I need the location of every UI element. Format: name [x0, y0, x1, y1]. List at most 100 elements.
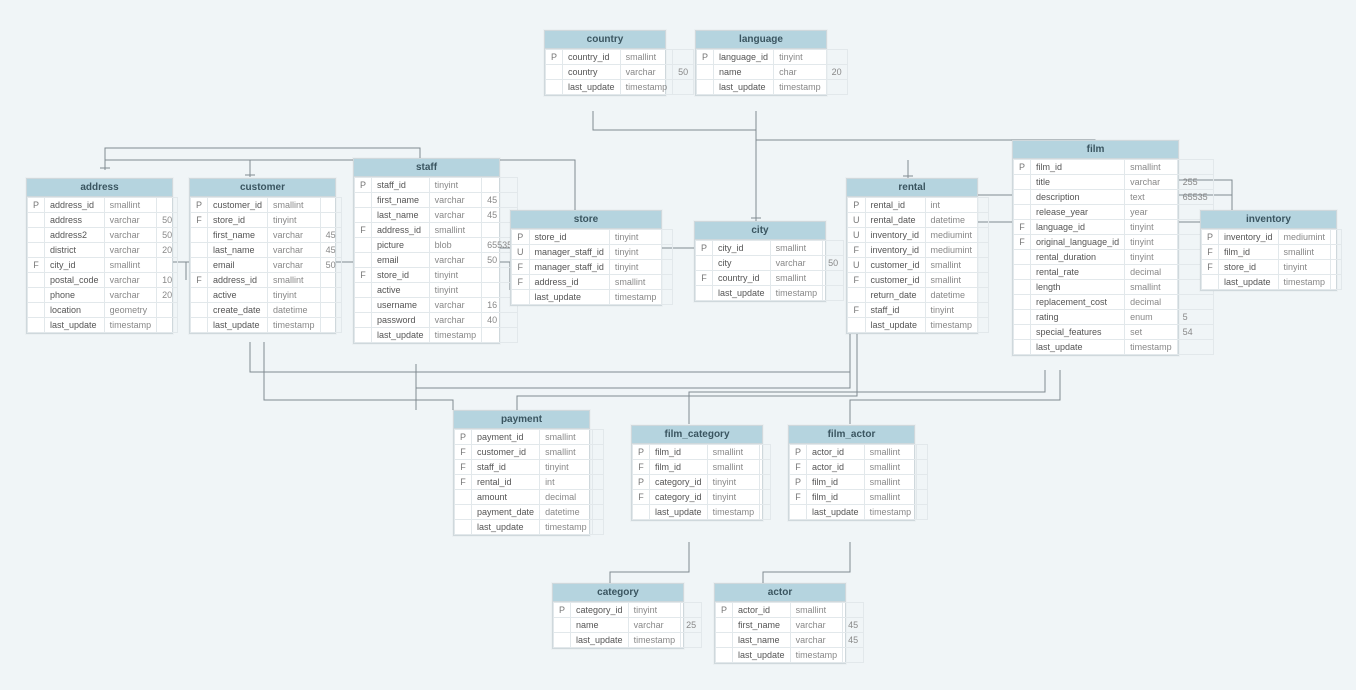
col-length — [760, 505, 771, 520]
col-type: smallint — [925, 273, 978, 288]
entity-inventory[interactable]: inventoryPinventory_idmediumintFfilm_ids… — [1200, 210, 1337, 291]
entity-columns: Ppayment_idsmallintFcustomer_idsmallintF… — [454, 429, 604, 535]
entity-title: address — [27, 179, 172, 197]
col-name: last_update — [472, 520, 540, 535]
table-row: last_updatetimestamp — [697, 80, 848, 95]
table-row: last_updatetimestamp — [355, 328, 518, 343]
col-length — [1331, 245, 1342, 260]
col-name: rating — [1031, 310, 1125, 325]
col-length — [592, 505, 603, 520]
col-name: film_id — [650, 460, 708, 475]
entity-columns: Pstore_idtinyintUmanager_staff_idtinyint… — [511, 229, 673, 305]
entity-actor[interactable]: actorPactor_idsmallintfirst_namevarchar4… — [714, 583, 846, 664]
col-length — [1177, 295, 1213, 310]
col-type: varchar — [429, 208, 482, 223]
col-flag: P — [191, 198, 208, 213]
col-type: varchar — [104, 273, 157, 288]
table-row: Planguage_idtinyint — [697, 50, 848, 65]
table-row: Umanager_staff_idtinyint — [512, 245, 673, 260]
col-type: smallint — [1125, 280, 1178, 295]
table-row: last_namevarchar45 — [355, 208, 518, 223]
col-name: length — [1031, 280, 1125, 295]
entity-film_actor[interactable]: film_actorPactor_idsmallintFactor_idsmal… — [788, 425, 915, 521]
col-type: varchar — [268, 258, 321, 273]
col-name: address_id — [529, 275, 609, 290]
col-name: film_id — [1219, 245, 1279, 260]
col-length — [320, 213, 341, 228]
entity-country[interactable]: countryPcountry_idsmallintcountryvarchar… — [544, 30, 666, 96]
col-flag: P — [633, 475, 650, 490]
col-type: timestamp — [609, 290, 662, 305]
col-flag — [848, 288, 866, 303]
table-row: Pfilm_idsmallint — [1014, 160, 1214, 175]
entity-address[interactable]: addressPaddress_idsmallintaddressvarchar… — [26, 178, 173, 334]
table-row: emailvarchar50 — [191, 258, 342, 273]
er-diagram-canvas: { "entities": [ {"name":"country","x":54… — [0, 0, 1356, 690]
col-name: country — [563, 65, 621, 80]
col-name: customer_id — [865, 273, 925, 288]
entity-category[interactable]: categoryPcategory_idtinyintnamevarchar25… — [552, 583, 684, 649]
table-row: Fcity_idsmallint — [28, 258, 178, 273]
entity-columns: Pcity_idsmallintcityvarchar50Fcountry_id… — [695, 240, 844, 301]
entity-staff[interactable]: staffPstaff_idtinyintfirst_namevarchar45… — [353, 158, 500, 344]
col-name: category_id — [650, 490, 708, 505]
col-type: varchar — [104, 228, 157, 243]
col-length — [320, 318, 341, 333]
entity-store[interactable]: storePstore_idtinyintUmanager_staff_idti… — [510, 210, 662, 306]
col-flag: F — [1014, 220, 1031, 235]
entity-film[interactable]: filmPfilm_idsmallinttitlevarchar255descr… — [1012, 140, 1179, 356]
col-length: 45 — [843, 618, 864, 633]
col-name: film_id — [807, 490, 865, 505]
col-type: datetime — [268, 303, 321, 318]
col-type: varchar — [429, 313, 482, 328]
col-flag: P — [455, 430, 472, 445]
col-name: category_id — [571, 603, 629, 618]
entity-film_category[interactable]: film_categoryPfilm_idsmallintFfilm_idsma… — [631, 425, 763, 521]
col-name: staff_id — [372, 178, 430, 193]
col-type: tinyint — [429, 178, 482, 193]
col-type: int — [540, 475, 593, 490]
col-name: rental_duration — [1031, 250, 1125, 265]
table-row: Ffilm_idsmallint — [1202, 245, 1342, 260]
col-type: varchar — [1125, 175, 1178, 190]
col-type: enum — [1125, 310, 1178, 325]
col-flag: P — [633, 445, 650, 460]
entity-language[interactable]: languagePlanguage_idtinyintnamechar20las… — [695, 30, 827, 96]
col-flag — [28, 318, 45, 333]
col-type: smallint — [609, 275, 662, 290]
col-length — [1331, 275, 1342, 290]
col-type: text — [1125, 190, 1178, 205]
entity-customer[interactable]: customerPcustomer_idsmallintFstore_idtin… — [189, 178, 336, 334]
table-row: pictureblob65535 — [355, 238, 518, 253]
col-type: tinyint — [268, 288, 321, 303]
entity-rental[interactable]: rentalPrental_idintUrental_datedatetimeU… — [846, 178, 978, 334]
col-length — [592, 520, 603, 535]
col-type: varchar — [628, 618, 681, 633]
table-row: last_updatetimestamp — [790, 505, 928, 520]
col-type: smallint — [1278, 245, 1331, 260]
col-flag: F — [1202, 245, 1219, 260]
col-length — [823, 286, 844, 301]
col-length — [826, 50, 847, 65]
col-type: timestamp — [774, 80, 827, 95]
col-flag: F — [355, 268, 372, 283]
entity-title: category — [553, 584, 683, 602]
entity-city[interactable]: cityPcity_idsmallintcityvarchar50Fcountr… — [694, 221, 826, 302]
col-name: address2 — [45, 228, 105, 243]
col-type: datetime — [925, 288, 978, 303]
table-row: amountdecimal — [455, 490, 604, 505]
col-flag — [633, 505, 650, 520]
col-type: timestamp — [540, 520, 593, 535]
entity-payment[interactable]: paymentPpayment_idsmallintFcustomer_idsm… — [453, 410, 590, 536]
col-type: tinyint — [609, 230, 662, 245]
col-flag — [355, 253, 372, 268]
col-length: 65535 — [1177, 190, 1213, 205]
col-length — [157, 198, 178, 213]
col-name: location — [45, 303, 105, 318]
col-type: tinyint — [707, 475, 760, 490]
col-name: customer_id — [472, 445, 540, 460]
col-flag: F — [355, 223, 372, 238]
col-name: film_id — [807, 475, 865, 490]
col-flag — [355, 208, 372, 223]
col-type: smallint — [540, 445, 593, 460]
